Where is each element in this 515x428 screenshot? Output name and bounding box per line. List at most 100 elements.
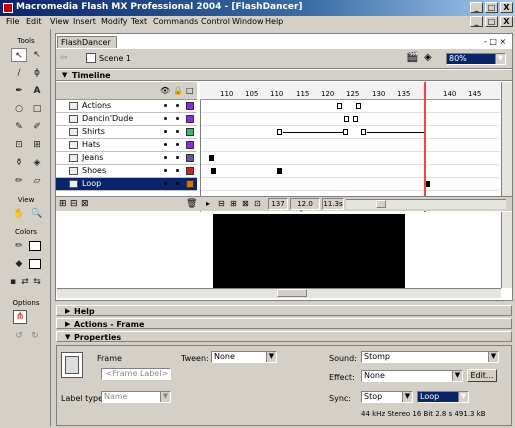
keyframe[interactable] — [277, 168, 282, 174]
keyframe[interactable] — [353, 116, 358, 122]
trash-icon[interactable]: 🗑 — [186, 199, 197, 209]
arrow-tool-icon[interactable]: ↖ — [11, 48, 27, 62]
stage-canvas[interactable] — [213, 214, 405, 288]
frame-row[interactable] — [201, 100, 500, 113]
brush-tool-icon[interactable]: ✐ — [29, 120, 45, 134]
visibility-dot[interactable] — [164, 143, 167, 146]
outline-color-swatch[interactable] — [186, 102, 194, 110]
fill-transform-icon[interactable]: ⊞ — [29, 138, 45, 152]
frame-row[interactable] — [201, 178, 500, 191]
menu-commands[interactable]: Commands — [153, 17, 198, 26]
menu-help[interactable]: Help — [265, 17, 283, 26]
expand-arrow-icon[interactable]: ▶ — [65, 307, 70, 315]
chevron-down-icon[interactable]: ▼ — [458, 392, 468, 402]
edit-sound-button[interactable]: Edit... — [467, 369, 497, 382]
outline-color-swatch[interactable] — [186, 141, 194, 149]
chevron-down-icon[interactable]: ▼ — [452, 371, 462, 381]
eraser-icon[interactable]: ▱ — [29, 174, 45, 188]
sync-select[interactable]: Stop ▼ — [361, 391, 413, 403]
center-frame-icon[interactable]: ▸ — [206, 199, 210, 208]
help-panel-bar[interactable]: ▶ Help — [56, 305, 512, 316]
frame-row[interactable] — [201, 152, 500, 165]
doc-tab-controls[interactable]: - □ × — [484, 37, 506, 46]
lock-dot[interactable] — [176, 169, 179, 172]
edit-scene-icon[interactable]: 🎬 — [406, 52, 418, 63]
insert-layer-icon[interactable]: ⊞ — [59, 199, 67, 209]
eyedropper-icon[interactable]: ✏ — [11, 174, 27, 188]
visibility-dot[interactable] — [164, 130, 167, 133]
menu-view[interactable]: View — [50, 17, 69, 26]
keyframe[interactable] — [361, 129, 366, 135]
black-white-icon[interactable]: ▪ — [7, 275, 19, 289]
layer-row[interactable]: Shirts — [56, 126, 197, 139]
chevron-down-icon[interactable]: ▼ — [266, 352, 276, 362]
swap-colors-icon[interactable]: ⇆ — [31, 275, 43, 289]
menu-edit[interactable]: Edit — [26, 17, 42, 26]
rectangle-tool-icon[interactable]: □ — [29, 102, 45, 116]
loop-select[interactable]: Loop ▼ — [417, 391, 469, 403]
menu-insert[interactable]: Insert — [73, 17, 96, 26]
lock-dot[interactable] — [176, 143, 179, 146]
chevron-down-icon[interactable]: ▼ — [488, 352, 498, 362]
layer-row[interactable]: Dancin'Dude — [56, 113, 197, 126]
keyframe[interactable] — [211, 168, 216, 174]
outline-color-swatch[interactable] — [186, 154, 194, 162]
hand-icon[interactable]: ✋ — [11, 207, 27, 221]
close-button[interactable]: X — [500, 2, 513, 13]
visibility-dot[interactable] — [164, 156, 167, 159]
layer-row[interactable]: Jeans — [56, 152, 197, 165]
outline-color-swatch[interactable] — [186, 180, 194, 188]
layer-row[interactable]: Shoes — [56, 165, 197, 178]
keyframe[interactable] — [337, 103, 342, 109]
free-transform-icon[interactable]: ⊡ — [11, 138, 27, 152]
no-color-icon[interactable]: ⇄ — [19, 275, 31, 289]
doc-maximize-button[interactable]: □ — [485, 16, 498, 27]
minimize-button[interactable]: _ — [470, 2, 483, 13]
frame-ruler[interactable]: 110 105 110 115 120 125 130 135 140 145 — [200, 82, 500, 100]
visibility-dot[interactable] — [164, 117, 167, 120]
properties-panel-bar[interactable]: ▼ Properties — [56, 331, 512, 342]
onion-outline-icon[interactable]: ⊞ — [230, 199, 237, 208]
add-guide-icon[interactable]: ⊟ — [70, 199, 78, 209]
frame-row[interactable] — [201, 139, 500, 152]
line-tool-icon[interactable]: / — [11, 66, 27, 80]
oval-tool-icon[interactable]: ○ — [11, 102, 27, 116]
keyframe[interactable] — [356, 103, 361, 109]
lock-dot[interactable] — [176, 104, 179, 107]
smooth-icon[interactable]: ↺ — [11, 329, 27, 343]
ink-bottle-icon[interactable]: ⚱ — [11, 156, 27, 170]
straighten-icon[interactable]: ↻ — [27, 329, 43, 343]
playhead[interactable] — [424, 82, 426, 212]
visibility-dot[interactable] — [164, 182, 167, 185]
frame-row[interactable] — [201, 165, 500, 178]
menu-control[interactable]: Control — [201, 17, 230, 26]
menu-window[interactable]: Window — [232, 17, 264, 26]
timeline-vscroll[interactable] — [501, 82, 512, 196]
onion-skin-icon[interactable]: ⊟ — [218, 199, 225, 208]
stroke-color-swatch[interactable] — [29, 241, 41, 251]
insert-folder-icon[interactable]: ⊠ — [81, 199, 89, 209]
visibility-dot[interactable] — [164, 169, 167, 172]
stage-hscroll[interactable] — [57, 288, 501, 298]
layer-row[interactable]: Hats — [56, 139, 197, 152]
lock-icon[interactable]: 🔒 — [173, 86, 183, 95]
outline-color-swatch[interactable] — [186, 115, 194, 123]
tween-select[interactable]: None ▼ — [211, 351, 277, 363]
onion-markers-icon[interactable]: ⊡ — [254, 199, 261, 208]
menu-modify[interactable]: Modify — [101, 17, 128, 26]
outline-color-swatch[interactable] — [186, 167, 194, 175]
text-tool-icon[interactable]: A — [29, 84, 45, 98]
zoom-icon[interactable]: 🔍 — [29, 207, 45, 221]
layer-row[interactable]: Loop — [56, 178, 197, 191]
document-tab[interactable]: FlashDancer — [57, 36, 117, 48]
frame-label-input[interactable]: <Frame Label> — [101, 368, 171, 380]
stage-vscroll[interactable] — [501, 212, 512, 288]
timeline-hscroll[interactable] — [346, 199, 506, 209]
subselect-tool-icon[interactable]: ↖ — [29, 48, 45, 62]
keyframe[interactable] — [343, 129, 348, 135]
menu-text[interactable]: Text — [131, 17, 147, 26]
outline-icon[interactable]: □ — [186, 86, 194, 95]
keyframe[interactable] — [277, 129, 282, 135]
fill-color-icon[interactable]: ◆ — [11, 257, 27, 271]
eye-icon[interactable]: 👁 — [160, 86, 170, 95]
